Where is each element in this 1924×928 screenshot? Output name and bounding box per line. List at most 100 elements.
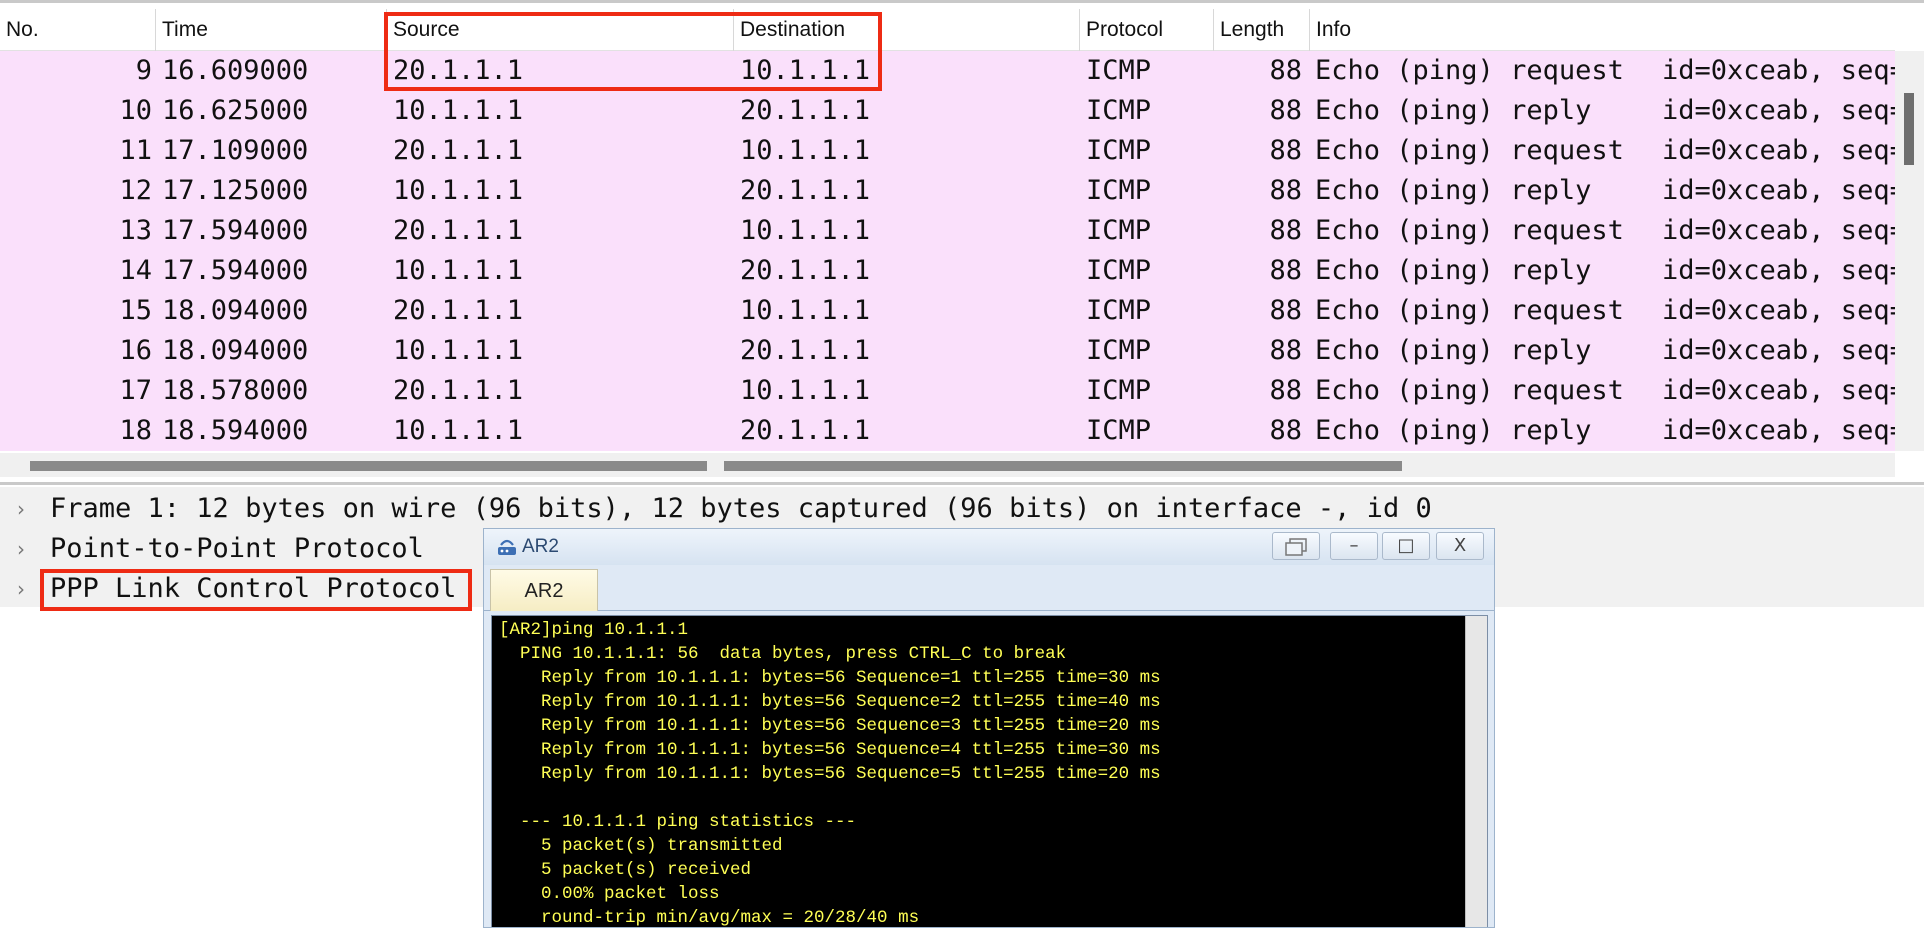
packet-info: Echo (ping) request — [1315, 135, 1624, 166]
packet-info: Echo (ping) request — [1315, 55, 1624, 86]
packet-destination: 20.1.1.1 — [740, 335, 871, 366]
maximize-button[interactable]: □ — [1382, 532, 1430, 560]
packet-no: 18 — [119, 415, 152, 446]
minimize-icon: – — [1349, 535, 1359, 556]
packet-length: 88 — [1269, 335, 1302, 366]
packet-no: 10 — [119, 95, 152, 126]
packet-source: 10.1.1.1 — [393, 255, 524, 286]
packet-info-id: id=0xceab, seq= — [1662, 215, 1895, 246]
column-header-info[interactable]: Info — [1309, 9, 1895, 51]
ar2-window-title: AR2 — [522, 536, 559, 557]
packet-source: 10.1.1.1 — [393, 415, 524, 446]
console-line: --- 10.1.1.1 ping statistics --- — [499, 812, 857, 832]
packet-row[interactable]: 15 18.094000 20.1.1.1 10.1.1.1 ICMP 88 Echo (p… — [0, 291, 1895, 331]
packet-source: 10.1.1.1 — [393, 175, 524, 206]
packet-length: 88 — [1269, 55, 1302, 86]
ar2-titlebar[interactable]: AR2 – □ X — [484, 529, 1494, 565]
packet-row[interactable]: 17 18.578000 20.1.1.1 10.1.1.1 ICMP 88 Echo (p… — [0, 371, 1895, 411]
packet-info-id: id=0xceab, seq= — [1662, 375, 1895, 406]
packet-time: 17.594000 — [162, 255, 309, 286]
ar2-console-window[interactable]: AR2 – □ X AR2 [AR2]ping 10.1.1.1 PING 10… — [483, 528, 1495, 928]
vertical-scrollbar-thumb[interactable] — [1904, 93, 1914, 165]
packet-protocol: ICMP — [1086, 95, 1152, 126]
console-line: PING 10.1.1.1: 56 data bytes, press CTRL… — [499, 644, 1067, 664]
console-line: 0.00% packet loss — [499, 884, 720, 904]
packet-row[interactable]: 16 18.094000 10.1.1.1 20.1.1.1 ICMP 88 Echo (p… — [0, 331, 1895, 371]
packet-info-id: id=0xceab, seq= — [1662, 135, 1895, 166]
packet-time: 17.125000 — [162, 175, 309, 206]
packet-protocol: ICMP — [1086, 215, 1152, 246]
packet-row[interactable]: 9 16.609000 20.1.1.1 10.1.1.1 ICMP 88 Echo (pi… — [0, 51, 1895, 91]
packet-no: 14 — [119, 255, 152, 286]
horizontal-scrollbar-thumb-left[interactable] — [30, 461, 707, 471]
restore-button[interactable] — [1272, 532, 1320, 560]
console-line: Reply from 10.1.1.1: bytes=56 Sequence=5… — [499, 764, 1161, 784]
packet-row[interactable]: 12 17.125000 10.1.1.1 20.1.1.1 ICMP 88 Echo (p… — [0, 171, 1895, 211]
close-button[interactable]: X — [1436, 532, 1484, 560]
packet-info: Echo (ping) reply — [1315, 415, 1592, 446]
packet-row[interactable]: 11 17.109000 20.1.1.1 10.1.1.1 ICMP 88 Echo (p… — [0, 131, 1895, 171]
restore-icon — [1285, 538, 1307, 556]
packet-destination: 20.1.1.1 — [740, 415, 871, 446]
packet-length: 88 — [1269, 295, 1302, 326]
packet-info: Echo (ping) request — [1315, 215, 1624, 246]
packet-no: 11 — [119, 135, 152, 166]
packet-length: 88 — [1269, 215, 1302, 246]
packet-time: 16.625000 — [162, 95, 309, 126]
packet-destination: 20.1.1.1 — [740, 175, 871, 206]
packet-info-id: id=0xceab, seq= — [1662, 335, 1895, 366]
minimize-button[interactable]: – — [1330, 532, 1378, 560]
packet-no: 15 — [119, 295, 152, 326]
packet-destination: 20.1.1.1 — [740, 95, 871, 126]
column-header-time[interactable]: Time — [155, 9, 386, 51]
packet-time: 18.578000 — [162, 375, 309, 406]
packet-info: Echo (ping) reply — [1315, 95, 1592, 126]
packet-info-id: id=0xceab, seq= — [1662, 415, 1895, 446]
vertical-scrollbar[interactable] — [1895, 51, 1924, 451]
console-line: 5 packet(s) received — [499, 860, 752, 880]
packet-info-id: id=0xceab, seq= — [1662, 255, 1895, 286]
packet-row[interactable]: 10 16.625000 10.1.1.1 20.1.1.1 ICMP 88 Echo (p… — [0, 91, 1895, 131]
packet-row[interactable]: 18 18.594000 10.1.1.1 20.1.1.1 ICMP 88 Echo (p… — [0, 411, 1895, 451]
packet-length: 88 — [1269, 415, 1302, 446]
packet-info: Echo (ping) reply — [1315, 175, 1592, 206]
horizontal-scrollbar[interactable] — [0, 453, 1895, 477]
packet-destination: 10.1.1.1 — [740, 375, 871, 406]
console-line: Reply from 10.1.1.1: bytes=56 Sequence=1… — [499, 668, 1161, 688]
close-icon: X — [1453, 535, 1467, 556]
router-icon — [498, 539, 516, 555]
column-header-length[interactable]: Length — [1213, 9, 1309, 51]
expand-arrow-icon[interactable]: › — [17, 569, 25, 609]
console-line: 5 packet(s) transmitted — [499, 836, 783, 856]
packet-protocol: ICMP — [1086, 335, 1152, 366]
packet-time: 18.094000 — [162, 335, 309, 366]
packet-source: 20.1.1.1 — [393, 135, 524, 166]
packet-no: 17 — [119, 375, 152, 406]
packet-protocol: ICMP — [1086, 55, 1152, 86]
column-header-no[interactable]: No. — [0, 9, 155, 51]
details-item-label: Point-to-Point Protocol — [50, 533, 424, 564]
packet-row[interactable]: 13 17.594000 20.1.1.1 10.1.1.1 ICMP 88 Echo (p… — [0, 211, 1895, 251]
packet-protocol: ICMP — [1086, 375, 1152, 406]
terminal-console[interactable]: [AR2]ping 10.1.1.1 PING 10.1.1.1: 56 dat… — [491, 615, 1488, 928]
packet-info-id: id=0xceab, seq= — [1662, 295, 1895, 326]
packet-row[interactable]: 14 17.594000 10.1.1.1 20.1.1.1 ICMP 88 Echo (p… — [0, 251, 1895, 291]
packet-info: Echo (ping) reply — [1315, 335, 1592, 366]
packet-source: 20.1.1.1 — [393, 295, 524, 326]
expand-arrow-icon[interactable]: › — [17, 529, 25, 569]
packet-destination: 10.1.1.1 — [740, 215, 871, 246]
packet-protocol: ICMP — [1086, 415, 1152, 446]
expand-arrow-icon[interactable]: › — [17, 489, 25, 529]
console-line: round-trip min/avg/max = 20/28/40 ms — [499, 908, 920, 928]
console-line: [AR2]ping 10.1.1.1 — [499, 620, 689, 640]
packet-time: 17.109000 — [162, 135, 309, 166]
column-header-protocol[interactable]: Protocol — [1079, 9, 1213, 51]
console-scrollbar[interactable] — [1465, 616, 1487, 927]
tab-ar2[interactable]: AR2 — [490, 569, 598, 611]
packet-no: 12 — [119, 175, 152, 206]
packet-time: 17.594000 — [162, 215, 309, 246]
horizontal-scrollbar-thumb-right[interactable] — [724, 461, 1402, 471]
packet-source: 10.1.1.1 — [393, 335, 524, 366]
console-line: Reply from 10.1.1.1: bytes=56 Sequence=2… — [499, 692, 1161, 712]
